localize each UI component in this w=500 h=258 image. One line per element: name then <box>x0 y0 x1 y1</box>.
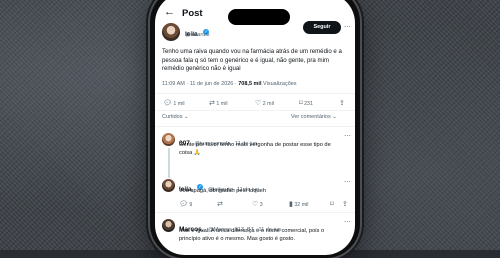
more-options-icon[interactable]: ⋯ <box>344 23 351 31</box>
reply-count: 1 mil <box>173 101 185 107</box>
phone-screen: ← Post leila ✓ @leilaruts Seguir ⋯ Tenho… <box>155 0 355 255</box>
page-title: Post <box>182 8 203 19</box>
reply-count: 9 <box>189 202 193 208</box>
reply-button[interactable]: 💬︎ 1 mil <box>163 99 185 107</box>
heart-icon: ♡ <box>255 100 262 107</box>
repost-button[interactable]: ⇄ 1 mil <box>209 99 228 107</box>
avatar[interactable] <box>162 219 175 232</box>
reply-text: Gente por favor tenho mais vergonha de p… <box>179 142 331 156</box>
thread-line <box>168 148 170 178</box>
like-count: 3 <box>259 202 263 208</box>
sort-liked-dropdown[interactable]: Curtidos ⌄ <box>162 114 189 120</box>
chevron-down-icon: ⌄ <box>332 114 337 120</box>
divider <box>155 212 355 213</box>
follow-button[interactable]: Seguir <box>303 21 341 34</box>
view-comments-link[interactable]: Ver comentários ⌄ <box>291 114 337 120</box>
views-button[interactable]: ▮ 32 mil <box>289 200 308 208</box>
more-options-icon[interactable]: ⋯ <box>344 218 351 226</box>
divider <box>155 93 355 94</box>
arrow-left-icon[interactable]: ← <box>164 6 175 18</box>
like-button[interactable]: ♡ 3 <box>252 200 263 208</box>
more-options-icon[interactable]: ⋯ <box>344 178 351 186</box>
avatar[interactable] <box>162 179 175 192</box>
like-count: 2 mil <box>262 101 274 107</box>
reply-icon: 💬︎ <box>179 201 188 208</box>
views-icon: ▮ <box>289 201 293 208</box>
chevron-down-icon: ⌄ <box>184 114 189 120</box>
repost-count: 1 mil <box>216 101 228 107</box>
share-icon[interactable]: ⇪ <box>342 200 348 208</box>
post-timestamp: 11:09 AM · 11 de jun de 2026 · <box>162 81 237 87</box>
reply-text: Mas é igual. A única diferença é o nome … <box>179 228 325 242</box>
view-comments-label: Ver comentários <box>291 114 331 120</box>
reply-icon: 💬︎ <box>163 100 172 107</box>
author-handle[interactable]: @leilaruts <box>185 32 210 38</box>
divider <box>155 126 355 127</box>
divider <box>155 110 355 111</box>
reply-text: Vou apagá, obrigadah pelo toqueh <box>179 188 266 194</box>
reply-button[interactable]: 💬︎ 9 <box>179 200 192 208</box>
post-meta: 11:09 AM · 11 de jun de 2026 · 708,5 mil… <box>162 81 297 87</box>
views-count: 708,5 mil <box>238 81 262 87</box>
repost-icon: ⇄ <box>209 100 215 107</box>
bookmark-icon: ⌑ <box>299 100 303 107</box>
more-options-icon[interactable]: ⋯ <box>344 132 351 140</box>
phone-frame: ← Post leila ✓ @leilaruts Seguir ⋯ Tenho… <box>150 0 360 258</box>
bookmark-button[interactable]: ⌑ 231 <box>299 99 313 107</box>
views-label: Visualizações <box>263 81 297 87</box>
repost-button[interactable]: ⇄ <box>217 200 223 208</box>
avatar[interactable] <box>162 133 175 146</box>
repost-icon: ⇄ <box>217 201 223 208</box>
post-text: Tenho uma raiva quando vou na farmácia a… <box>162 48 342 73</box>
like-button[interactable]: ♡ 2 mil <box>255 99 274 107</box>
heart-icon: ♡ <box>252 201 259 208</box>
avatar[interactable] <box>162 23 180 41</box>
views-count: 32 mil <box>294 202 309 208</box>
sort-label: Curtidos <box>162 114 183 120</box>
bookmark-count: 231 <box>304 101 313 107</box>
dynamic-island <box>228 9 290 25</box>
bookmark-icon[interactable]: ⌑ <box>330 200 334 208</box>
share-icon[interactable]: ⇪ <box>339 99 345 107</box>
